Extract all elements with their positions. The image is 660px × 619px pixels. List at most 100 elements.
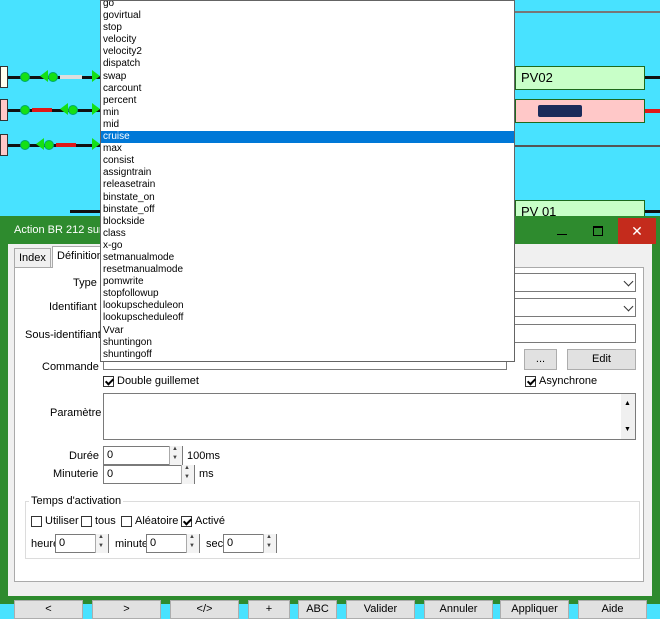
- command-option-go[interactable]: go: [101, 1, 514, 10]
- xml-button[interactable]: </>: [170, 600, 239, 619]
- edit-button[interactable]: Edit: [567, 349, 636, 370]
- command-option-class[interactable]: class: [101, 228, 514, 240]
- commande-dropdown-list[interactable]: go govirtual stop velocity velocity2 dispatch…: [100, 0, 515, 362]
- command-option-binstate-on[interactable]: binstate_on: [101, 192, 514, 204]
- asynchrone-checkbox[interactable]: [525, 376, 536, 387]
- tous-label[interactable]: tous: [95, 515, 116, 527]
- aide-button[interactable]: Aide: [578, 600, 647, 619]
- command-option-releasetrain[interactable]: releasetrain: [101, 179, 514, 191]
- browse-button[interactable]: ...: [524, 349, 557, 370]
- minute-spinner[interactable]: [186, 533, 199, 553]
- close-icon: ✕: [631, 223, 643, 239]
- utiliser-checkbox[interactable]: [31, 516, 42, 527]
- tab-index[interactable]: Index: [14, 248, 51, 267]
- heure-spinner[interactable]: [95, 533, 108, 553]
- command-option-percent[interactable]: percent: [101, 95, 514, 107]
- command-option-shuntingon[interactable]: shuntingon: [101, 337, 514, 349]
- command-option-swap[interactable]: swap: [101, 71, 514, 83]
- chevron-down-icon: [623, 301, 634, 312]
- command-option-stop[interactable]: stop: [101, 22, 514, 34]
- parametre-textarea[interactable]: ▲ ▼: [103, 393, 636, 440]
- valider-button[interactable]: Valider: [346, 600, 415, 619]
- command-option-resetmanualmode[interactable]: resetmanualmode: [101, 264, 514, 276]
- minute-input[interactable]: 0: [146, 533, 200, 553]
- command-option-vvar[interactable]: Vvar: [101, 325, 514, 337]
- tous-checkbox[interactable]: [81, 516, 92, 527]
- command-option-min[interactable]: min: [101, 107, 514, 119]
- close-button[interactable]: ✕: [618, 218, 656, 244]
- appliquer-button[interactable]: Appliquer: [500, 600, 569, 619]
- block-pv02[interactable]: PV02: [515, 66, 645, 90]
- heure-input[interactable]: 0: [55, 533, 109, 553]
- signal-arrow[interactable]: [40, 70, 48, 82]
- chevron-down-icon: [623, 276, 634, 287]
- sous-identifiant-label: Sous-identifiant: [25, 329, 101, 341]
- sec-spinner[interactable]: [263, 533, 276, 553]
- command-option-lookupscheduleoff[interactable]: lookupscheduleoff: [101, 312, 514, 324]
- signal-arrow[interactable]: [92, 138, 100, 150]
- track-tile[interactable]: [0, 66, 8, 88]
- command-option-lookupscheduleon[interactable]: lookupscheduleon: [101, 300, 514, 312]
- track-occupied: [56, 143, 76, 147]
- minuterie-input[interactable]: 0: [103, 464, 195, 484]
- minimize-icon: [557, 234, 567, 235]
- duree-spinner[interactable]: [169, 445, 182, 465]
- command-option-carcount[interactable]: carcount: [101, 83, 514, 95]
- command-option-max[interactable]: max: [101, 143, 514, 155]
- block-label: PV02: [521, 70, 553, 85]
- signal-light[interactable]: [44, 140, 54, 150]
- command-option-mid[interactable]: mid: [101, 119, 514, 131]
- maximize-icon: [593, 226, 603, 236]
- command-option-assigntrain[interactable]: assigntrain: [101, 167, 514, 179]
- active-checkbox[interactable]: [181, 516, 192, 527]
- command-option-binstate-off[interactable]: binstate_off: [101, 204, 514, 216]
- double-guillemet-checkbox[interactable]: [103, 376, 114, 387]
- command-option-velocity[interactable]: velocity: [101, 34, 514, 46]
- command-option-blockside[interactable]: blockside: [101, 216, 514, 228]
- command-option-setmanualmode[interactable]: setmanualmode: [101, 252, 514, 264]
- signal-light[interactable]: [20, 140, 30, 150]
- activation-group: [25, 501, 640, 559]
- active-label[interactable]: Activé: [195, 515, 225, 527]
- minuterie-spinner[interactable]: [181, 464, 194, 484]
- command-option-velocity2[interactable]: velocity2: [101, 46, 514, 58]
- signal-arrow[interactable]: [92, 70, 100, 82]
- track: [515, 11, 660, 13]
- command-option-dispatch[interactable]: dispatch: [101, 58, 514, 70]
- command-option-cruise[interactable]: cruise: [101, 131, 514, 144]
- duree-input[interactable]: 0: [103, 445, 183, 465]
- parametre-scrollbar[interactable]: ▲ ▼: [621, 394, 635, 439]
- sec-input[interactable]: 0: [223, 533, 277, 553]
- command-option-pomwrite[interactable]: pomwrite: [101, 276, 514, 288]
- signal-arrow[interactable]: [36, 138, 44, 150]
- command-option-shuntingoff[interactable]: shuntingoff: [101, 349, 514, 361]
- command-option-x-go[interactable]: x-go: [101, 240, 514, 252]
- utiliser-label[interactable]: Utiliser: [45, 515, 79, 527]
- command-option-consist[interactable]: consist: [101, 155, 514, 167]
- next-button[interactable]: >: [92, 600, 161, 619]
- duree-label: Durée: [69, 450, 99, 462]
- abc-button[interactable]: ABC: [298, 600, 337, 619]
- signal-arrow[interactable]: [92, 103, 100, 115]
- previous-button[interactable]: <: [14, 600, 83, 619]
- block-occupied[interactable]: [515, 99, 645, 123]
- command-option-stopfollowup[interactable]: stopfollowup: [101, 288, 514, 300]
- track-tile[interactable]: [0, 134, 8, 156]
- annuler-button[interactable]: Annuler: [424, 600, 493, 619]
- aleatoire-checkbox[interactable]: [121, 516, 132, 527]
- double-guillemet-label[interactable]: Double guillemet: [117, 375, 199, 387]
- signal-arrow[interactable]: [60, 103, 68, 115]
- signal-light[interactable]: [20, 72, 30, 82]
- signal-light[interactable]: [20, 105, 30, 115]
- aleatoire-label[interactable]: Aléatoire: [135, 515, 178, 527]
- minimize-button[interactable]: [548, 218, 576, 244]
- minuterie-label: Minuterie: [53, 468, 99, 480]
- signal-light[interactable]: [48, 72, 58, 82]
- maximize-button[interactable]: [584, 218, 612, 244]
- asynchrone-label[interactable]: Asynchrone: [539, 375, 597, 387]
- signal-light[interactable]: [68, 105, 78, 115]
- command-option-govirtual[interactable]: govirtual: [101, 10, 514, 22]
- add-button[interactable]: +: [248, 600, 290, 619]
- track-tile[interactable]: [0, 99, 8, 121]
- commande-label: Commande: [42, 361, 99, 373]
